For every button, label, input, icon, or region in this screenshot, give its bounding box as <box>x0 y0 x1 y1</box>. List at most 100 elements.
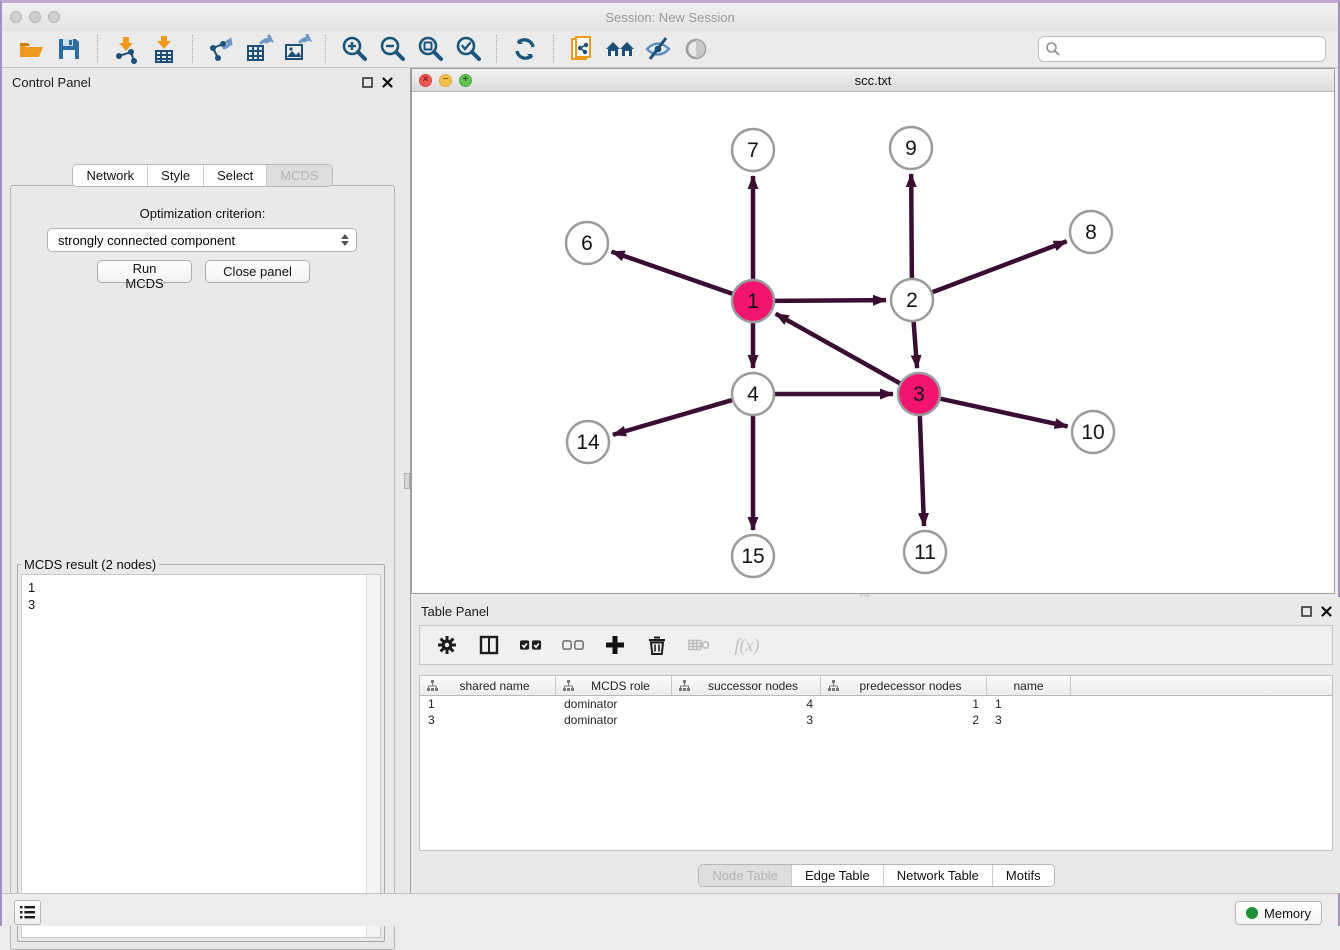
zoom-selected-button[interactable] <box>451 34 485 64</box>
column-type-icon <box>563 680 574 691</box>
delete-table-button-disabled <box>688 634 710 656</box>
network-window-title: scc.txt <box>412 73 1334 88</box>
split-column-button[interactable] <box>478 634 500 656</box>
criterion-select[interactable]: strongly connected component <box>47 228 357 252</box>
close-table-panel-icon[interactable] <box>1321 606 1332 617</box>
zoom-in-button[interactable] <box>337 34 371 64</box>
graph-edge-3-11[interactable] <box>920 414 924 526</box>
tab-style[interactable]: Style <box>147 165 203 186</box>
graph-node-label: 8 <box>1085 221 1097 244</box>
table-row[interactable]: 1 dominator 4 1 1 <box>420 696 1332 712</box>
refresh-icon <box>510 34 540 64</box>
column-header-name[interactable]: name <box>987 676 1071 695</box>
result-scrollbar[interactable] <box>366 575 380 937</box>
float-panel-icon[interactable] <box>362 77 373 88</box>
export-network-button[interactable] <box>204 34 238 64</box>
delete-column-button[interactable] <box>646 634 668 656</box>
graph-node-label: 14 <box>576 431 600 454</box>
column-header-successor-nodes[interactable]: successor nodes <box>672 676 821 695</box>
run-mcds-button[interactable]: Run MCDS <box>97 260 192 283</box>
zoom-out-button[interactable] <box>375 34 409 64</box>
table-row[interactable]: 3 dominator 3 2 3 <box>420 712 1332 728</box>
table-settings-button[interactable] <box>436 634 458 656</box>
mcds-result-title: MCDS result (2 nodes) <box>21 557 159 572</box>
memory-label: Memory <box>1264 906 1311 921</box>
import-network-icon <box>111 34 141 64</box>
eye-disabled-icon <box>681 34 711 64</box>
search-box[interactable] <box>1038 36 1326 62</box>
cell-predecessor-nodes[interactable]: 1 <box>821 697 987 711</box>
graph-edge-1-2[interactable] <box>773 300 886 301</box>
export-image-button[interactable] <box>280 34 314 64</box>
tab-edge-table[interactable]: Edge Table <box>791 865 883 886</box>
zoom-selected-icon <box>453 34 483 64</box>
window-titlebar: Session: New Session <box>2 3 1338 31</box>
refresh-layout-button[interactable] <box>508 34 542 64</box>
graph-node-label: 4 <box>747 383 759 406</box>
tab-motifs[interactable]: Motifs <box>992 865 1054 886</box>
cell-mcds-role[interactable]: dominator <box>556 713 672 727</box>
graph-edge-4-14[interactable] <box>613 400 734 435</box>
memory-status-icon <box>1246 907 1258 919</box>
graph-edge-1-6[interactable] <box>612 252 735 295</box>
graph-edge-3-10[interactable] <box>939 398 1068 426</box>
column-header-shared-name[interactable]: shared name <box>420 676 556 695</box>
select-all-button[interactable] <box>520 634 542 656</box>
network-view-window: × − + scc.txt 7968124314101511 <box>411 68 1335 594</box>
new-network-from-selection-button[interactable] <box>565 34 599 64</box>
tab-network-table[interactable]: Network Table <box>883 865 992 886</box>
mcds-result-area[interactable]: 1 3 <box>21 574 381 938</box>
hide-selected-button[interactable] <box>641 34 675 64</box>
graph-node-label: 1 <box>747 290 759 313</box>
search-input[interactable] <box>1065 38 1325 60</box>
vertical-splitter[interactable] <box>403 68 411 893</box>
float-table-panel-icon[interactable] <box>1301 606 1312 617</box>
table-toolbar: f(x) <box>419 625 1333 665</box>
table-panel-title: Table Panel <box>421 604 489 619</box>
tab-mcds[interactable]: MCDS <box>266 165 331 186</box>
cell-shared-name[interactable]: 3 <box>420 713 556 727</box>
memory-button[interactable]: Memory <box>1235 901 1322 925</box>
splitter-handle[interactable] <box>404 473 410 489</box>
main-toolbar <box>2 31 1338 68</box>
network-canvas[interactable]: 7968124314101511 <box>412 92 1334 593</box>
cell-shared-name[interactable]: 1 <box>420 697 556 711</box>
column-header-predecessor-nodes[interactable]: predecessor nodes <box>821 676 987 695</box>
first-neighbors-button[interactable] <box>603 34 637 64</box>
cell-mcds-role[interactable]: dominator <box>556 697 672 711</box>
task-history-button[interactable] <box>14 900 41 925</box>
add-column-button[interactable] <box>604 634 626 656</box>
cell-successor-nodes[interactable]: 4 <box>672 697 821 711</box>
graph-node-label: 7 <box>747 139 759 162</box>
cell-name[interactable]: 1 <box>987 697 1071 711</box>
cell-successor-nodes[interactable]: 3 <box>672 713 821 727</box>
zoom-fit-button[interactable] <box>413 34 447 64</box>
export-network-icon <box>206 34 236 64</box>
graph-node-label: 3 <box>913 383 925 406</box>
save-icon <box>55 35 83 63</box>
column-header-mcds-role[interactable]: MCDS role <box>556 676 672 695</box>
import-table-icon <box>149 34 179 64</box>
import-network-button[interactable] <box>109 34 143 64</box>
close-panel-button[interactable]: Close panel <box>205 260 310 283</box>
close-panel-icon[interactable] <box>382 77 393 88</box>
delete-table-icon <box>688 637 710 653</box>
cell-name[interactable]: 3 <box>987 713 1071 727</box>
show-all-button[interactable] <box>679 34 713 64</box>
graph-edge-2-8[interactable] <box>931 241 1067 293</box>
graph-edge-2-9[interactable] <box>911 174 912 280</box>
export-table-button[interactable] <box>242 34 276 64</box>
graph-edge-3-1[interactable] <box>776 314 902 385</box>
import-table-button[interactable] <box>147 34 181 64</box>
open-session-button[interactable] <box>14 34 48 64</box>
table-panel: Table Panel <box>411 597 1340 893</box>
save-session-button[interactable] <box>52 34 86 64</box>
tab-node-table[interactable]: Node Table <box>699 865 791 886</box>
mcds-result-line: 3 <box>28 596 380 613</box>
tab-select[interactable]: Select <box>203 165 266 186</box>
plus-icon <box>605 635 625 655</box>
graph-edge-2-3[interactable] <box>913 320 917 368</box>
cell-predecessor-nodes[interactable]: 2 <box>821 713 987 727</box>
tab-network[interactable]: Network <box>73 165 147 186</box>
deselect-all-button[interactable] <box>562 634 584 656</box>
